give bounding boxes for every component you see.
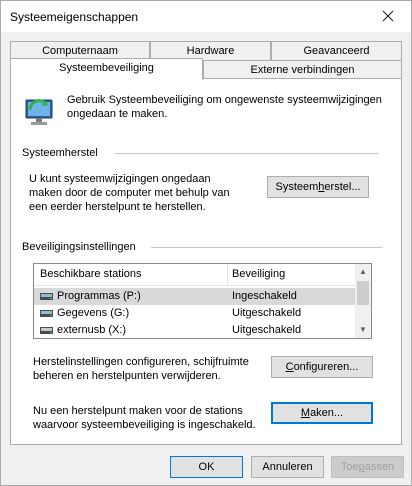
scroll-down-button[interactable]: ▼	[355, 322, 371, 338]
drive-name: externusb (X:)	[57, 324, 127, 336]
drive-status: Uitgeschakeld	[232, 307, 302, 319]
drive-status: Ingeschakeld	[232, 290, 297, 302]
chevron-up-icon: ▲	[359, 267, 367, 276]
close-button[interactable]	[365, 1, 411, 31]
apply-button[interactable]: Toepassen	[331, 456, 404, 478]
column-separator[interactable]	[227, 264, 228, 286]
button-text: Annuleren	[262, 461, 313, 473]
column-header-protection[interactable]: Beveiliging	[232, 268, 285, 280]
title-bar[interactable]: Systeemeigenschappen	[1, 1, 411, 32]
close-icon	[382, 10, 394, 22]
access-key: C	[285, 361, 294, 373]
drive-icon	[40, 327, 53, 334]
button-text: Systeem	[275, 181, 319, 193]
restore-group-title: Systeemherstel	[22, 147, 102, 159]
intro-text: Gebruik Systeembeveiliging om ongewenste…	[67, 94, 382, 120]
drive-icon	[40, 310, 53, 317]
column-header-drives[interactable]: Beschikbare stations	[40, 268, 142, 280]
chevron-down-icon: ▼	[359, 325, 367, 334]
configure-description: Herstelinstellingen configureren, schijf…	[33, 356, 249, 382]
drives-list[interactable]: Beschikbare stations Beveiliging Program…	[33, 263, 372, 339]
ok-button[interactable]: OK	[170, 456, 243, 478]
button-text: aken...	[310, 407, 344, 419]
drive-name: Programmas (P:)	[57, 290, 141, 302]
tab-label: Geavanceerd	[303, 45, 370, 57]
system-protection-icon	[22, 92, 58, 128]
tab-system-protection[interactable]: Systeembeveiliging	[10, 58, 203, 80]
configure-button[interactable]: Configureren...	[271, 356, 373, 378]
button-text: Toe	[340, 461, 359, 473]
cancel-button[interactable]: Annuleren	[251, 456, 324, 478]
drive-row[interactable]: Gegevens (G:) Uitgeschakeld	[34, 305, 356, 322]
tab-label: Systeembeveiliging	[59, 62, 154, 74]
button-text: onfigureren...	[293, 361, 359, 373]
access-key: M	[300, 407, 311, 419]
drive-row[interactable]: externusb (X:) Uitgeschakeld	[34, 322, 356, 338]
window-title: Systeemeigenschappen	[10, 10, 139, 24]
scroll-up-button[interactable]: ▲	[355, 264, 371, 280]
list-scrollbar[interactable]: ▲ ▼	[355, 264, 371, 338]
scroll-thumb[interactable]	[357, 281, 369, 305]
tab-label: Externe verbindingen	[250, 64, 355, 76]
tab-label: Hardware	[186, 45, 235, 57]
drive-name: Gegevens (G:)	[57, 307, 130, 319]
button-text: erstel...	[324, 181, 361, 193]
group-divider	[115, 153, 379, 154]
system-restore-button[interactable]: Systeemherstel...	[267, 176, 369, 198]
group-divider	[151, 247, 383, 248]
button-text: OK	[198, 461, 215, 473]
button-text: assen	[364, 461, 395, 473]
tab-advanced[interactable]: Geavanceerd	[271, 41, 402, 61]
protection-group-title: Beveiligingsinstellingen	[22, 241, 140, 253]
drive-status: Uitgeschakeld	[232, 324, 302, 336]
tab-remote[interactable]: Externe verbindingen	[203, 60, 402, 80]
create-description: Nu een herstelpunt maken voor de station…	[33, 405, 256, 431]
tab-panel	[10, 78, 402, 445]
tab-label: Computernaam	[42, 45, 118, 57]
drive-row[interactable]: Programmas (P:) Ingeschakeld	[34, 288, 356, 305]
create-restore-point-button[interactable]: Maken...	[271, 402, 373, 424]
drive-icon	[40, 293, 53, 300]
restore-description: U kunt systeemwijzigingen ongedaan maken…	[29, 173, 230, 213]
system-properties-window: Systeemeigenschappen Computernaam Hardwa…	[0, 0, 412, 486]
list-header: Beschikbare stations Beveiliging	[34, 264, 356, 286]
